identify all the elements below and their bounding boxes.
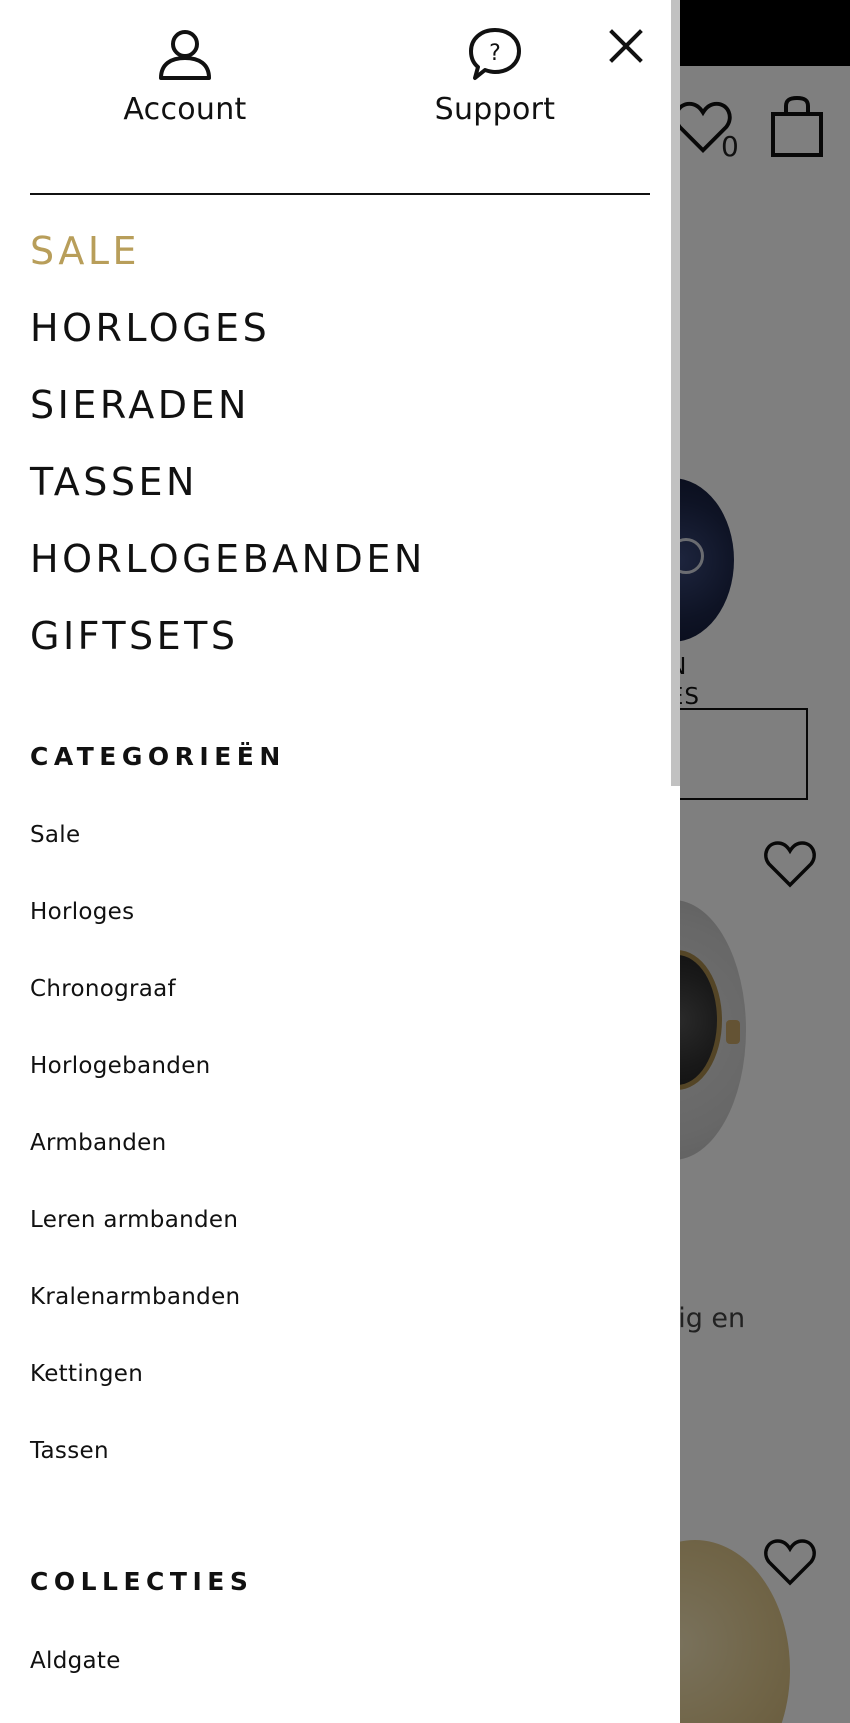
svg-text:?: ?	[489, 41, 501, 66]
category-link-tassen[interactable]: Tassen	[30, 1438, 109, 1464]
category-link-leren-armbanden[interactable]: Leren armbanden	[30, 1207, 238, 1233]
mobile-menu-drawer: Account ? Support SALE HORLOGES SIERADEN…	[0, 0, 680, 1723]
list-item: Sale	[30, 796, 240, 873]
collections-list: Aldgate	[30, 1622, 121, 1699]
list-item: Tassen	[30, 1412, 240, 1489]
main-nav-item-sieraden: SIERADEN	[30, 366, 426, 443]
support-label: Support	[434, 92, 556, 127]
list-item: Chronograaf	[30, 950, 240, 1027]
main-nav-item-horloges: HORLOGES	[30, 289, 426, 366]
collection-link-aldgate[interactable]: Aldgate	[30, 1648, 121, 1674]
list-item: Horloges	[30, 873, 240, 950]
category-link-horlogebanden[interactable]: Horlogebanden	[30, 1053, 211, 1079]
list-item: Leren armbanden	[30, 1181, 240, 1258]
list-item: Kralenarmbanden	[30, 1258, 240, 1335]
user-icon	[159, 30, 211, 80]
drawer-scrollbar-thumb[interactable]	[671, 0, 680, 786]
menu-divider	[30, 193, 650, 195]
main-nav-link-sale[interactable]: SALE	[30, 229, 140, 273]
main-nav-item-tassen: TASSEN	[30, 443, 426, 520]
help-chat-icon: ?	[469, 28, 521, 80]
list-item: Aldgate	[30, 1622, 121, 1699]
close-icon[interactable]	[606, 26, 646, 66]
category-link-sale[interactable]: Sale	[30, 822, 80, 848]
main-nav-item-horlogebanden: HORLOGEBANDEN	[30, 520, 426, 597]
support-link[interactable]: ? Support	[420, 26, 570, 127]
main-navigation: SALE HORLOGES SIERADEN TASSEN HORLOGEBAN…	[30, 212, 426, 674]
categories-list: Sale Horloges Chronograaf Horlogebanden …	[30, 796, 240, 1489]
list-item: Horlogebanden	[30, 1027, 240, 1104]
categories-heading: CATEGORIEËN	[30, 742, 286, 771]
main-nav-item-giftsets: GIFTSETS	[30, 597, 426, 674]
main-nav-link-tassen[interactable]: TASSEN	[30, 460, 198, 504]
list-item: Armbanden	[30, 1104, 240, 1181]
main-nav-link-horlogebanden[interactable]: HORLOGEBANDEN	[30, 537, 426, 581]
list-item: Kettingen	[30, 1335, 240, 1412]
main-nav-link-horloges[interactable]: HORLOGES	[30, 306, 270, 350]
category-link-armbanden[interactable]: Armbanden	[30, 1130, 167, 1156]
account-label: Account	[123, 92, 247, 127]
category-link-kralenarmbanden[interactable]: Kralenarmbanden	[30, 1284, 240, 1310]
main-nav-link-sieraden[interactable]: SIERADEN	[30, 383, 250, 427]
category-link-horloges[interactable]: Horloges	[30, 899, 134, 925]
main-nav-item-sale: SALE	[30, 212, 426, 289]
category-link-kettingen[interactable]: Kettingen	[30, 1361, 143, 1387]
collections-heading: COLLECTIES	[30, 1567, 254, 1596]
main-nav-link-giftsets[interactable]: GIFTSETS	[30, 614, 239, 658]
category-link-chronograaf[interactable]: Chronograaf	[30, 976, 176, 1002]
account-link[interactable]: Account	[110, 26, 260, 127]
